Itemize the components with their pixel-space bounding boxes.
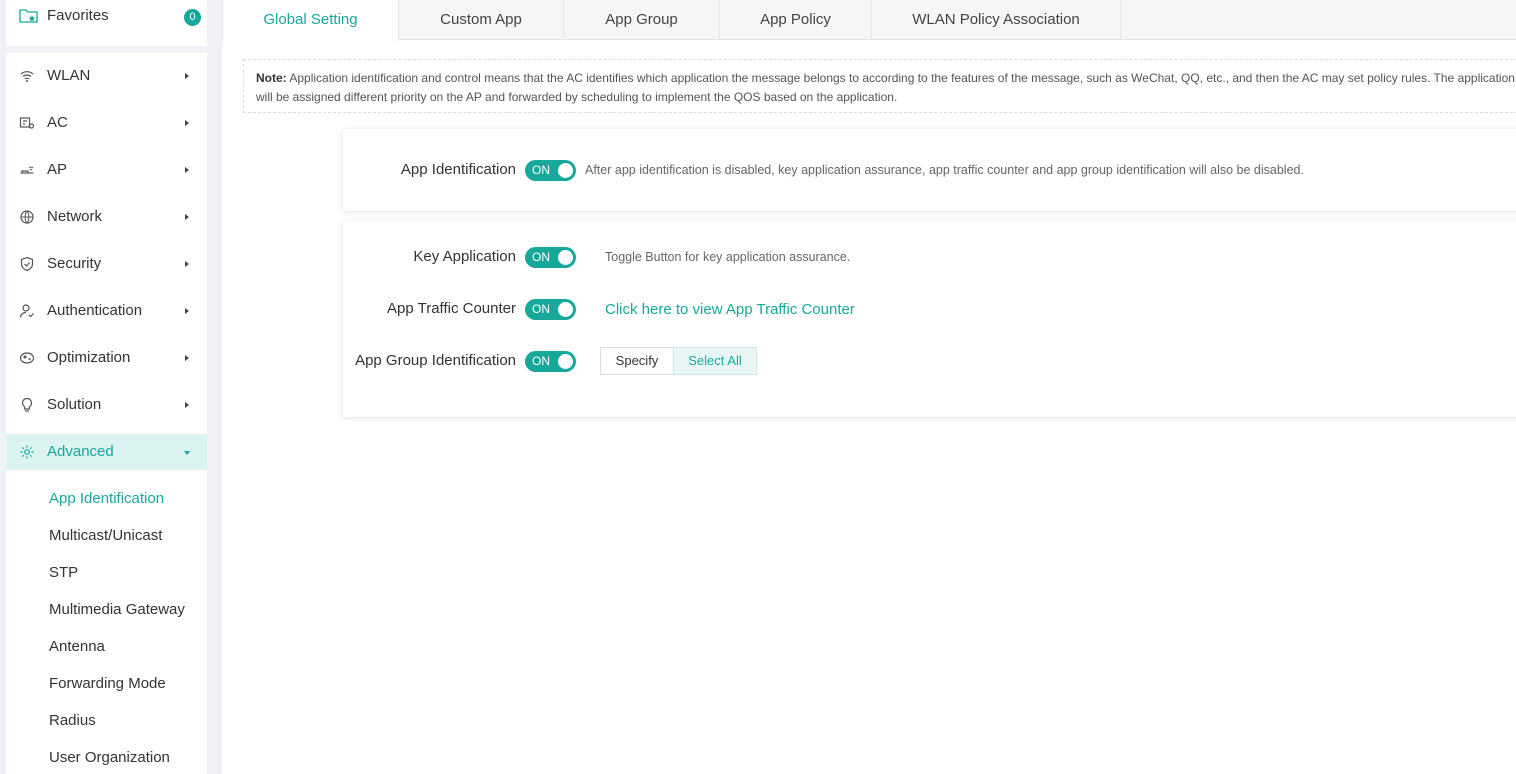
chevron-right-icon (185, 214, 189, 220)
sidebar-item-optimization[interactable]: Optimization (6, 340, 207, 376)
wifi-icon (19, 68, 35, 84)
star-folder-icon (19, 8, 39, 24)
submenu-item-antenna[interactable]: Antenna (49, 638, 105, 655)
ap-icon (19, 162, 35, 178)
chevron-right-icon (185, 73, 189, 79)
note-box: Note: Application identification and con… (243, 59, 1516, 113)
specify-option[interactable]: Specify (600, 347, 674, 375)
chevron-right-icon (185, 120, 189, 126)
sidebar: Favorites 0 WLAN AC AP Network Security (0, 0, 214, 774)
sidebar-item-label: AC (47, 114, 68, 131)
tab-app-policy[interactable]: App Policy (720, 0, 872, 40)
select-all-option[interactable]: Select All (673, 347, 757, 375)
toggle-knob (558, 250, 573, 265)
app-identification-toggle[interactable]: ON (525, 160, 576, 181)
tab-global-setting[interactable]: Global Setting (222, 0, 399, 41)
sidebar-item-ac[interactable]: AC (6, 105, 207, 141)
sidebar-item-label: Solution (47, 396, 102, 413)
app-identification-card: App Identification ON After app identifi… (343, 129, 1516, 211)
sidebar-item-label: Advanced (47, 443, 114, 460)
sidebar-item-label: Network (47, 208, 103, 225)
sidebar-item-label: Optimization (47, 349, 131, 366)
app-group-identification-label: App Group Identification (355, 352, 516, 369)
sidebar-item-advanced[interactable]: Advanced (6, 434, 207, 470)
sidebar-item-ap[interactable]: AP (6, 152, 207, 188)
network-icon (19, 209, 35, 225)
shield-icon (19, 256, 35, 272)
note-text: Application identification and control m… (256, 71, 1515, 104)
app-traffic-counter-label: App Traffic Counter (387, 300, 516, 317)
submenu-item-multimedia-gateway[interactable]: Multimedia Gateway (49, 601, 185, 618)
main-content: Global Setting Custom App App Group App … (222, 0, 1516, 774)
sidebar-item-network[interactable]: Network (6, 199, 207, 235)
optimization-icon (19, 350, 35, 366)
chevron-right-icon (185, 355, 189, 361)
chevron-right-icon (185, 308, 189, 314)
toggle-knob (558, 302, 573, 317)
sidebar-item-security[interactable]: Security (6, 246, 207, 282)
app-group-identification-toggle[interactable]: ON (525, 351, 576, 372)
sidebar-item-label: Authentication (47, 302, 143, 319)
toggle-knob (558, 354, 573, 369)
sidebar-item-label: AP (47, 161, 68, 178)
app-identification-hint: After app identification is disabled, ke… (585, 163, 1304, 177)
submenu-item-app-identification[interactable]: App Identification (49, 490, 164, 507)
nav-menu: WLAN AC AP Network Security Authenticati… (6, 53, 207, 774)
tab-wlan-policy-association[interactable]: WLAN Policy Association (872, 0, 1121, 40)
app-traffic-counter-toggle[interactable]: ON (525, 299, 576, 320)
sidebar-item-solution[interactable]: Solution (6, 387, 207, 423)
key-application-label: Key Application (413, 248, 516, 265)
submenu-item-stp[interactable]: STP (49, 564, 78, 581)
tab-bar: Global Setting Custom App App Group App … (222, 0, 1516, 41)
sidebar-item-label: Security (47, 255, 102, 272)
favorites-label: Favorites (47, 7, 109, 24)
app-identification-label: App Identification (400, 161, 516, 178)
submenu-item-forwarding-mode[interactable]: Forwarding Mode (49, 675, 166, 692)
gear-icon (19, 444, 35, 460)
sidebar-item-authentication[interactable]: Authentication (6, 293, 207, 329)
sidebar-item-label: WLAN (47, 67, 91, 84)
note-prefix: Note: (256, 71, 287, 85)
tab-custom-app[interactable]: Custom App (399, 0, 564, 40)
chevron-right-icon (185, 261, 189, 267)
chevron-right-icon (185, 167, 189, 173)
app-settings-card: Key Application ON Toggle Button for key… (343, 221, 1516, 417)
favorites-count-badge: 0 (184, 9, 201, 26)
app-traffic-counter-link[interactable]: Click here to view App Traffic Counter (605, 301, 855, 318)
favorites-item[interactable]: Favorites 0 (6, 0, 207, 46)
toggle-knob (558, 163, 573, 178)
key-application-hint: Toggle Button for key application assura… (605, 250, 851, 264)
sidebar-item-wlan[interactable]: WLAN (6, 58, 207, 94)
chevron-down-icon (184, 451, 190, 455)
chevron-right-icon (185, 402, 189, 408)
tab-app-group[interactable]: App Group (564, 0, 720, 40)
submenu-item-multicast-unicast[interactable]: Multicast/Unicast (49, 527, 162, 544)
lightbulb-icon (19, 397, 35, 413)
key-application-toggle[interactable]: ON (525, 247, 576, 268)
user-icon (19, 303, 35, 319)
ac-icon (19, 115, 35, 131)
submenu-item-radius[interactable]: Radius (49, 712, 96, 729)
submenu-item-user-organization[interactable]: User Organization (49, 749, 170, 766)
